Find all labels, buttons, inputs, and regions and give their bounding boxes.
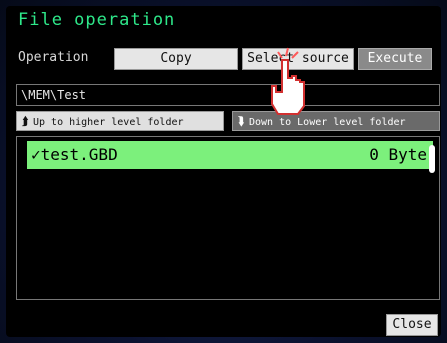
- path-display: \MEM\Test: [16, 84, 440, 106]
- up-folder-label: Up to higher level folder: [33, 117, 184, 128]
- down-folder-label: Down to Lower level folder: [249, 117, 406, 128]
- folder-up-icon: ⮭: [21, 114, 29, 128]
- window-title: File operation: [18, 10, 176, 30]
- scrollbar-thumb[interactable]: [429, 145, 435, 173]
- copy-button[interactable]: Copy: [114, 48, 238, 70]
- file-row[interactable]: ✓test.GBD 0 Byte: [27, 141, 433, 169]
- close-button[interactable]: Close: [386, 314, 438, 336]
- up-to-higher-folder-button[interactable]: ⮭ Up to higher level folder: [16, 111, 224, 131]
- execute-button[interactable]: Execute: [358, 48, 432, 70]
- pointing-hand-icon: [271, 47, 305, 115]
- operation-label: Operation: [18, 50, 89, 65]
- file-list: ✓test.GBD 0 Byte: [16, 136, 440, 300]
- file-size: 0 Byte: [369, 145, 427, 164]
- file-name: ✓test.GBD: [31, 145, 118, 164]
- folder-down-icon: ⮯: [237, 114, 245, 128]
